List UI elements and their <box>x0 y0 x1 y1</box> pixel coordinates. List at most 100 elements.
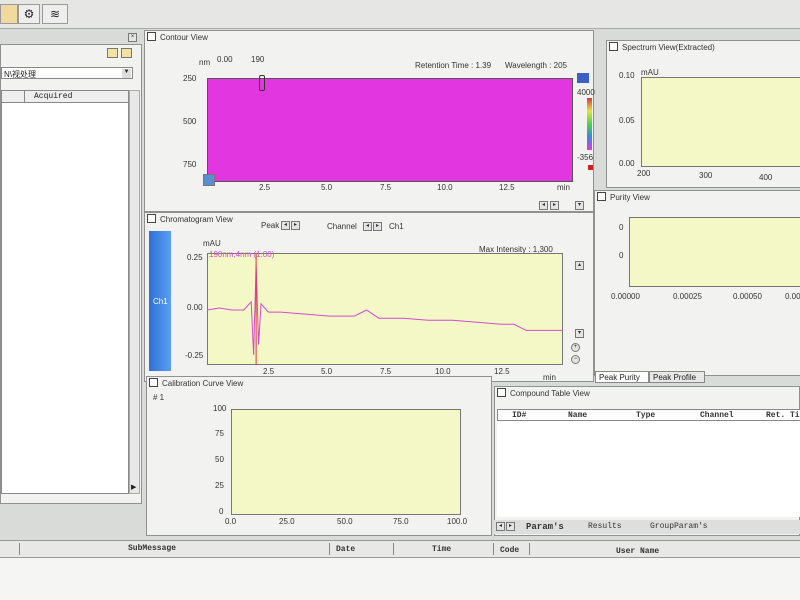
x-tick: 100.0 <box>447 517 468 526</box>
list-header: Acquired <box>2 91 128 103</box>
origin-arrow-icon[interactable] <box>203 174 215 186</box>
wavelength: Wavelength : 205 <box>505 61 567 70</box>
log-header: SubMessage Date Time Code User Name <box>0 540 800 558</box>
calibration-plot[interactable] <box>231 409 461 515</box>
chevron-down-icon[interactable]: ▼ <box>122 69 131 78</box>
peak-next-button[interactable]: ▸ <box>291 221 300 230</box>
contour-view: Contour View nm 0.00 190 Retention Time … <box>144 30 595 212</box>
tab-group-params[interactable]: GroupParam's <box>650 522 708 531</box>
scale-max: 4000 <box>577 88 595 97</box>
x-unit: min <box>557 183 570 192</box>
close-icon[interactable]: × <box>128 33 137 42</box>
side-label: Ch1 <box>153 297 168 306</box>
chromatogram-series <box>206 265 563 355</box>
x-tick: 2.5 <box>259 183 271 192</box>
spectrum-view: Spectrum View(Extracted) mAU 0.10 0.05 0… <box>606 40 800 188</box>
zoom-out-icon[interactable]: − <box>571 355 580 364</box>
contour-plot[interactable] <box>207 78 573 182</box>
x-tick: 10.0 <box>437 183 453 192</box>
tab-prev-button[interactable]: ◂ <box>496 522 505 531</box>
tab-peak-purity[interactable]: Peak Purity <box>595 371 649 383</box>
y-tick: 100 <box>213 404 227 413</box>
x-tick: 200 <box>637 169 651 178</box>
toolbar-button-2[interactable]: ⚙ <box>18 4 40 24</box>
table-body[interactable] <box>497 421 800 517</box>
x-tick: 10.0 <box>435 367 451 376</box>
toolbar-button-3[interactable]: ≋ <box>42 4 68 24</box>
tab-results[interactable]: Results <box>588 522 622 531</box>
scroll-down-button[interactable]: ▾ <box>575 329 584 338</box>
channel-prev-button[interactable]: ◂ <box>363 222 372 231</box>
zoom-in-icon[interactable]: + <box>571 343 580 352</box>
column-acquired: Acquired <box>34 92 73 101</box>
chart-icon: ≋ <box>49 7 61 21</box>
toolbar-button-1[interactable] <box>0 4 18 24</box>
channel-label: Channel <box>327 222 357 231</box>
x-tick: 12.5 <box>494 367 510 376</box>
time-cursor[interactable] <box>259 75 265 91</box>
x-tick: 0.000 <box>785 292 800 301</box>
calibration-view: Calibration Curve View # 1 100 75 50 25 … <box>146 376 492 536</box>
panel-title: Compound Table View <box>497 388 590 398</box>
scale-marker-icon <box>588 165 593 170</box>
scale-min: -356 <box>577 153 594 162</box>
channel-next-button[interactable]: ▸ <box>373 222 382 231</box>
retention-time: Retention Time : 1.39 <box>415 61 492 70</box>
log-area[interactable] <box>0 558 800 600</box>
x-tick: 7.5 <box>380 367 392 376</box>
peak-label: Peak <box>261 221 280 230</box>
tab-next-button[interactable]: ▸ <box>506 522 515 531</box>
folder-open-icon[interactable] <box>107 48 118 58</box>
y-unit: mAU <box>203 239 221 248</box>
purity-plot[interactable] <box>629 217 800 287</box>
nm-label: nm <box>199 58 211 67</box>
y-tick: 0.10 <box>619 71 635 80</box>
x-unit: min <box>543 373 556 382</box>
column-user-name[interactable]: User Name <box>616 547 659 556</box>
chromatogram-trace <box>206 253 563 365</box>
column-id[interactable]: ID# <box>512 411 526 420</box>
channel-value: Ch1 <box>389 222 404 231</box>
bottom-tab-bar: ◂ ▸ Param's Results GroupParam's <box>494 520 800 534</box>
panel-title: Contour View <box>147 32 208 42</box>
peak-prev-button[interactable]: ◂ <box>281 221 290 230</box>
left-panel: N\视处理 ▼ Acquired ▶ × <box>0 33 142 504</box>
column-ret-time[interactable]: Ret. Ti <box>766 411 800 420</box>
y-tick: 0 <box>619 223 624 232</box>
time-value: 0.00 <box>217 55 233 64</box>
panel-title: Spectrum View(Extracted) <box>609 42 715 52</box>
trace-label: 190nm,4nm (1.00) <box>209 250 275 259</box>
y-tick: 50 <box>215 455 224 464</box>
wavelength-marker-icon[interactable] <box>577 73 589 83</box>
column-channel[interactable]: Channel <box>700 411 734 420</box>
column-name[interactable]: Name <box>568 411 587 420</box>
tab-params[interactable]: Param's <box>526 522 564 532</box>
y-tick: 0.00 <box>187 303 203 312</box>
scroll-right-button[interactable]: ▸ <box>550 201 559 210</box>
y-tick: 250 <box>183 74 197 83</box>
combo-box[interactable]: N\视处理 ▼ <box>1 67 133 79</box>
x-tick: 25.0 <box>279 517 295 526</box>
scroll-up-button[interactable]: ▴ <box>575 261 584 270</box>
x-tick: 75.0 <box>393 517 409 526</box>
color-scale <box>587 98 592 150</box>
spectrum-plot[interactable] <box>641 77 800 167</box>
scroll-down-button[interactable]: ▾ <box>575 201 584 210</box>
y-tick: 75 <box>215 429 224 438</box>
gear-icon: ⚙ <box>23 7 35 21</box>
chevron-right-icon[interactable]: ▶ <box>131 483 136 491</box>
folder-icon[interactable] <box>121 48 132 58</box>
tab-peak-profile[interactable]: Peak Profile <box>649 371 705 383</box>
panel-title: Chromatogram View <box>147 214 233 224</box>
channel-side-tab[interactable]: Ch1 <box>149 231 171 371</box>
scroll-left-button[interactable]: ◂ <box>539 201 548 210</box>
column-type[interactable]: Type <box>636 411 655 420</box>
x-tick: 400 <box>759 173 773 182</box>
scrollbar[interactable]: ▶ <box>129 90 140 494</box>
x-tick: 12.5 <box>499 183 515 192</box>
file-list[interactable]: Acquired <box>1 90 129 494</box>
y-tick: 750 <box>183 160 197 169</box>
chromatogram-view: Chromatogram View Peak ◂ ▸ Channel ◂ ▸ C… <box>144 212 594 382</box>
y-tick: 0.00 <box>619 159 635 168</box>
compound-table-view: Compound Table View ID# Name Type Channe… <box>494 386 800 536</box>
